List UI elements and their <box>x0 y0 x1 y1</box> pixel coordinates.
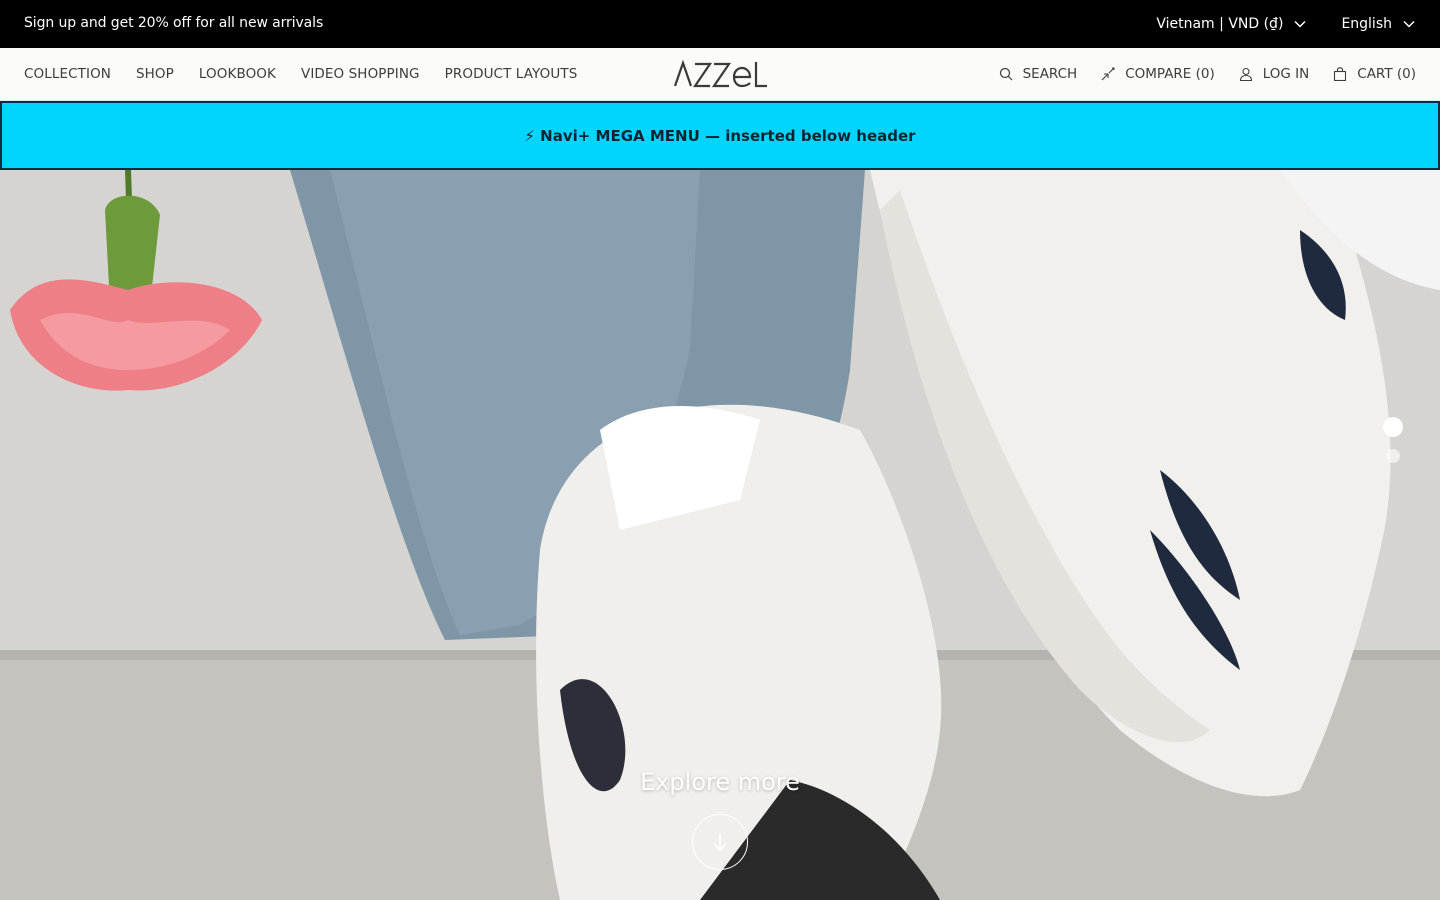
hero-slideshow: Explore more <box>0 170 1440 900</box>
scroll-down-button[interactable] <box>692 814 748 870</box>
site-header: COLLECTION SHOP LOOKBOOK VIDEO SHOPPING … <box>0 48 1440 101</box>
nav-lookbook[interactable]: LOOKBOOK <box>199 66 276 82</box>
compare-button[interactable]: COMPARE (0) <box>1101 66 1215 82</box>
language-label: English <box>1341 16 1392 32</box>
main-nav: COLLECTION SHOP LOOKBOOK VIDEO SHOPPING … <box>24 48 577 100</box>
announcement-text: Sign up and get 20% off for all new arri… <box>24 15 324 31</box>
user-icon <box>1239 67 1252 81</box>
nav-shop[interactable]: SHOP <box>136 66 174 82</box>
search-icon <box>999 67 1013 81</box>
chevron-down-icon <box>1403 20 1415 28</box>
explore-more-text: Explore more <box>640 768 800 796</box>
chevron-down-icon <box>1294 20 1306 28</box>
bag-icon <box>1334 67 1347 81</box>
slide-indicators <box>1383 417 1403 463</box>
nav-collection[interactable]: COLLECTION <box>24 66 111 82</box>
nav-video-shopping[interactable]: VIDEO SHOPPING <box>301 66 420 82</box>
slide-dot-active[interactable] <box>1383 417 1403 437</box>
nav-product-layouts[interactable]: PRODUCT LAYOUTS <box>445 66 578 82</box>
login-button[interactable]: LOG IN <box>1239 66 1310 82</box>
mega-menu-text: ⚡ Navi+ MEGA MENU — inserted below heade… <box>524 126 916 145</box>
search-button[interactable]: SEARCH <box>999 66 1078 82</box>
compare-icon <box>1101 67 1115 81</box>
region-currency-label: Vietnam | VND (₫) <box>1156 16 1284 32</box>
site-logo[interactable] <box>674 60 768 88</box>
slide-dot[interactable] <box>1386 449 1400 463</box>
header-actions: SEARCH COMPARE (0) LOG IN CART (0) <box>999 48 1416 100</box>
announcement-bar: Sign up and get 20% off for all new arri… <box>0 0 1440 48</box>
arrow-down-icon <box>713 833 727 852</box>
cart-label: CART (0) <box>1357 66 1416 82</box>
region-currency-selector[interactable]: Vietnam | VND (₫) <box>1156 16 1307 32</box>
cart-button[interactable]: CART (0) <box>1333 66 1416 82</box>
locale-selectors: Vietnam | VND (₫) English <box>1156 0 1416 48</box>
search-label: SEARCH <box>1022 66 1078 82</box>
mega-menu-banner[interactable]: ⚡ Navi+ MEGA MENU — inserted below heade… <box>0 101 1440 170</box>
login-label: LOG IN <box>1262 66 1310 82</box>
language-selector[interactable]: English <box>1341 16 1416 32</box>
compare-label: COMPARE (0) <box>1125 66 1215 82</box>
